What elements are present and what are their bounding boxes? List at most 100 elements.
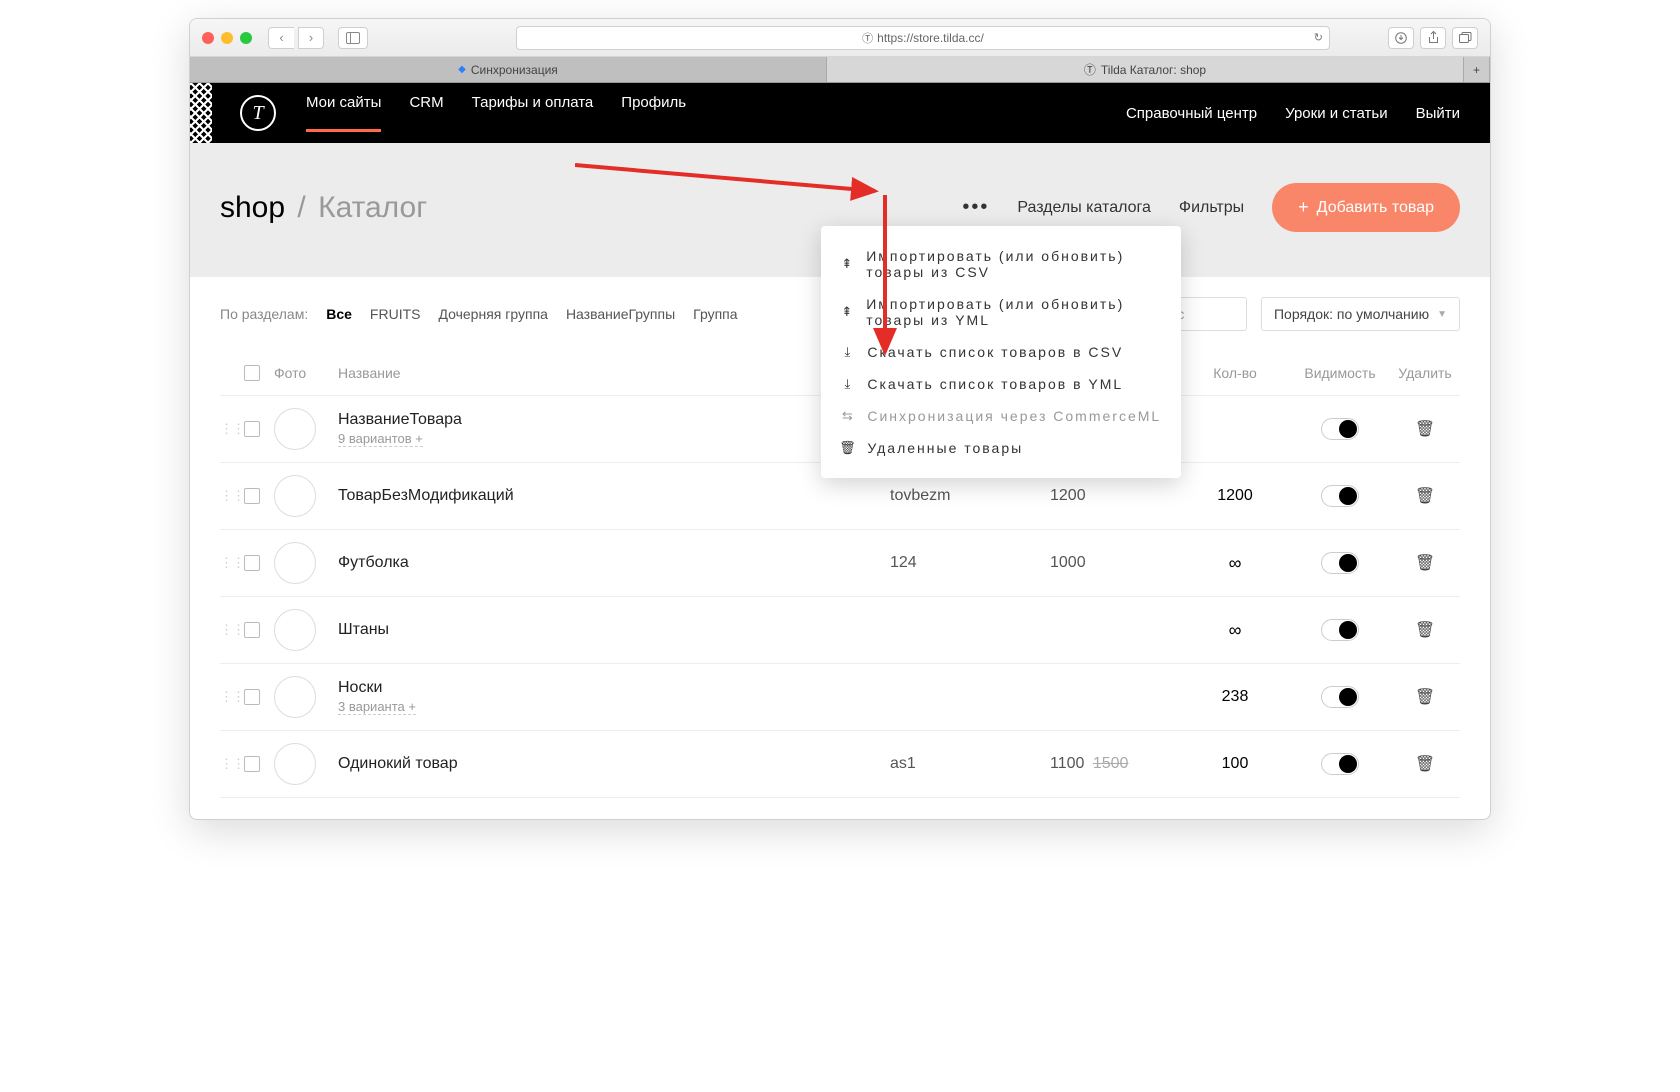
tilda-logo[interactable]: T — [240, 95, 276, 131]
nav-my-sites[interactable]: Мои сайты — [306, 94, 381, 132]
sort-select[interactable]: Порядок: по умолчанию ▼ — [1261, 297, 1460, 331]
tab-icon: Ⓣ — [1084, 61, 1096, 78]
download-icon — [1395, 32, 1407, 44]
share-icon — [1428, 31, 1439, 44]
visibility-toggle[interactable] — [1321, 485, 1359, 507]
nav-logout[interactable]: Выйти — [1416, 105, 1460, 122]
forward-button[interactable]: › — [298, 27, 324, 49]
th-del: Удалить — [1390, 365, 1460, 381]
more-dropdown: ⇞Импортировать (или обновить) товары из … — [821, 226, 1181, 478]
row-checkbox[interactable] — [244, 689, 260, 705]
product-thumb[interactable] — [274, 676, 316, 718]
share-button[interactable] — [1420, 27, 1446, 49]
dd-sync-commerceml[interactable]: ⇆Синхронизация через CommerceML — [821, 400, 1181, 432]
visibility-toggle[interactable] — [1321, 418, 1359, 440]
sidebar-toggle[interactable] — [338, 27, 368, 49]
new-tab-button[interactable]: + — [1464, 57, 1490, 82]
visibility-toggle[interactable] — [1321, 686, 1359, 708]
breadcrumb-actions: ••• ⇞Импортировать (или обновить) товары… — [962, 183, 1460, 232]
row-checkbox[interactable] — [244, 421, 260, 437]
breadcrumb-root[interactable]: shop — [220, 191, 285, 224]
qty: ∞ — [1180, 553, 1290, 574]
variants-text[interactable]: 9 вариантов + — [338, 431, 423, 447]
plus-icon: + — [1298, 197, 1309, 218]
row-checkbox[interactable] — [244, 756, 260, 772]
url-bar[interactable]: Ⓣ https://store.tilda.cc/ ↻ — [516, 26, 1330, 50]
dd-export-csv[interactable]: ⤓Скачать список товаров в CSV — [821, 336, 1181, 368]
product-thumb[interactable] — [274, 475, 316, 517]
visibility-toggle[interactable] — [1321, 619, 1359, 641]
product-thumb[interactable] — [274, 408, 316, 450]
sync-icon: ⇆ — [841, 408, 855, 424]
browser-toolbar: ‹ › Ⓣ https://store.tilda.cc/ ↻ — [190, 19, 1490, 57]
browser-tab-1[interactable]: Ⓣ Tilda Каталог: shop — [827, 57, 1464, 82]
product-title[interactable]: Носки — [338, 679, 890, 697]
product-title[interactable]: Одинокий товар — [338, 755, 890, 773]
row-checkbox[interactable] — [244, 622, 260, 638]
drag-handle[interactable]: ⋮⋮ — [220, 622, 244, 637]
sections-link[interactable]: Разделы каталога — [1017, 199, 1151, 217]
product-title[interactable]: Штаны — [338, 621, 890, 639]
table-row: ⋮⋮ Штаны ∞ 🗑 — [220, 597, 1460, 664]
price: 1000 — [1050, 554, 1180, 572]
product-thumb[interactable] — [274, 542, 316, 584]
drag-handle[interactable]: ⋮⋮ — [220, 555, 244, 570]
visibility-toggle[interactable] — [1321, 552, 1359, 574]
dd-deleted[interactable]: 🗑Удаленные товары — [821, 432, 1181, 464]
filter-groupname[interactable]: НазваниеГруппы — [566, 306, 675, 322]
variants-text[interactable]: 3 варианта + — [338, 699, 416, 715]
browser-tabs: ◆ Синхронизация Ⓣ Tilda Каталог: shop + — [190, 57, 1490, 83]
row-checkbox[interactable] — [244, 488, 260, 504]
filters-link[interactable]: Фильтры — [1179, 199, 1244, 217]
delete-button[interactable]: 🗑 — [1415, 421, 1435, 438]
product-thumb[interactable] — [274, 609, 316, 651]
filter-fruits[interactable]: FRUITS — [370, 306, 421, 322]
table-row: ⋮⋮ Носки3 варианта + 238 🗑 — [220, 664, 1460, 731]
nav-crm[interactable]: CRM — [409, 94, 443, 132]
main-nav: Мои сайты CRM Тарифы и оплата Профиль — [306, 94, 686, 132]
product-thumb[interactable] — [274, 743, 316, 785]
dd-import-csv[interactable]: ⇞Импортировать (или обновить) товары из … — [821, 240, 1181, 288]
qty: ∞ — [1180, 620, 1290, 641]
filter-child[interactable]: Дочерняя группа — [438, 306, 547, 322]
product-title[interactable]: Футболка — [338, 554, 890, 572]
delete-button[interactable]: 🗑 — [1415, 756, 1435, 773]
back-button[interactable]: ‹ — [268, 27, 294, 49]
close-window-icon[interactable] — [202, 32, 214, 44]
nav-profile[interactable]: Профиль — [621, 94, 686, 132]
add-product-button[interactable]: + Добавить товар — [1272, 183, 1460, 232]
drag-handle[interactable]: ⋮⋮ — [220, 756, 244, 771]
filter-group[interactable]: Группа — [693, 306, 737, 322]
delete-button[interactable]: 🗑 — [1415, 488, 1435, 505]
more-menu-button[interactable]: ••• ⇞Импортировать (или обновить) товары… — [962, 196, 989, 219]
delete-button[interactable]: 🗑 — [1415, 622, 1435, 639]
sort-label: Порядок: по умолчанию — [1274, 306, 1429, 322]
th-title: Название — [338, 365, 890, 381]
drag-handle[interactable]: ⋮⋮ — [220, 689, 244, 704]
url-text: https://store.tilda.cc/ — [877, 31, 984, 45]
nav-lessons[interactable]: Уроки и статьи — [1285, 105, 1387, 122]
browser-tab-0[interactable]: ◆ Синхронизация — [190, 57, 827, 82]
row-checkbox[interactable] — [244, 555, 260, 571]
nav-help[interactable]: Справочный центр — [1126, 105, 1257, 122]
reload-icon[interactable]: ↻ — [1314, 31, 1323, 44]
nav-tariffs[interactable]: Тарифы и оплата — [472, 94, 594, 132]
delete-button[interactable]: 🗑 — [1415, 689, 1435, 706]
drag-handle[interactable]: ⋮⋮ — [220, 488, 244, 503]
downloads-button[interactable] — [1388, 27, 1414, 49]
qty: 100 — [1180, 755, 1290, 773]
dd-export-yml[interactable]: ⤓Скачать список товаров в YML — [821, 368, 1181, 400]
select-all-checkbox[interactable] — [244, 365, 260, 381]
minimize-window-icon[interactable] — [221, 32, 233, 44]
drag-handle[interactable]: ⋮⋮ — [220, 421, 244, 436]
price: 1100 1500 — [1050, 755, 1180, 773]
dd-import-yml[interactable]: ⇞Импортировать (или обновить) товары из … — [821, 288, 1181, 336]
maximize-window-icon[interactable] — [240, 32, 252, 44]
table-row: ⋮⋮ Одинокий товар as1 1100 1500 100 🗑 — [220, 731, 1460, 798]
visibility-toggle[interactable] — [1321, 753, 1359, 775]
filter-all[interactable]: Все — [326, 306, 352, 322]
tabs-button[interactable] — [1452, 27, 1478, 49]
delete-button[interactable]: 🗑 — [1415, 555, 1435, 572]
product-title[interactable]: ТоварБезМодификаций — [338, 487, 890, 505]
product-title[interactable]: НазваниеТовара — [338, 411, 890, 429]
